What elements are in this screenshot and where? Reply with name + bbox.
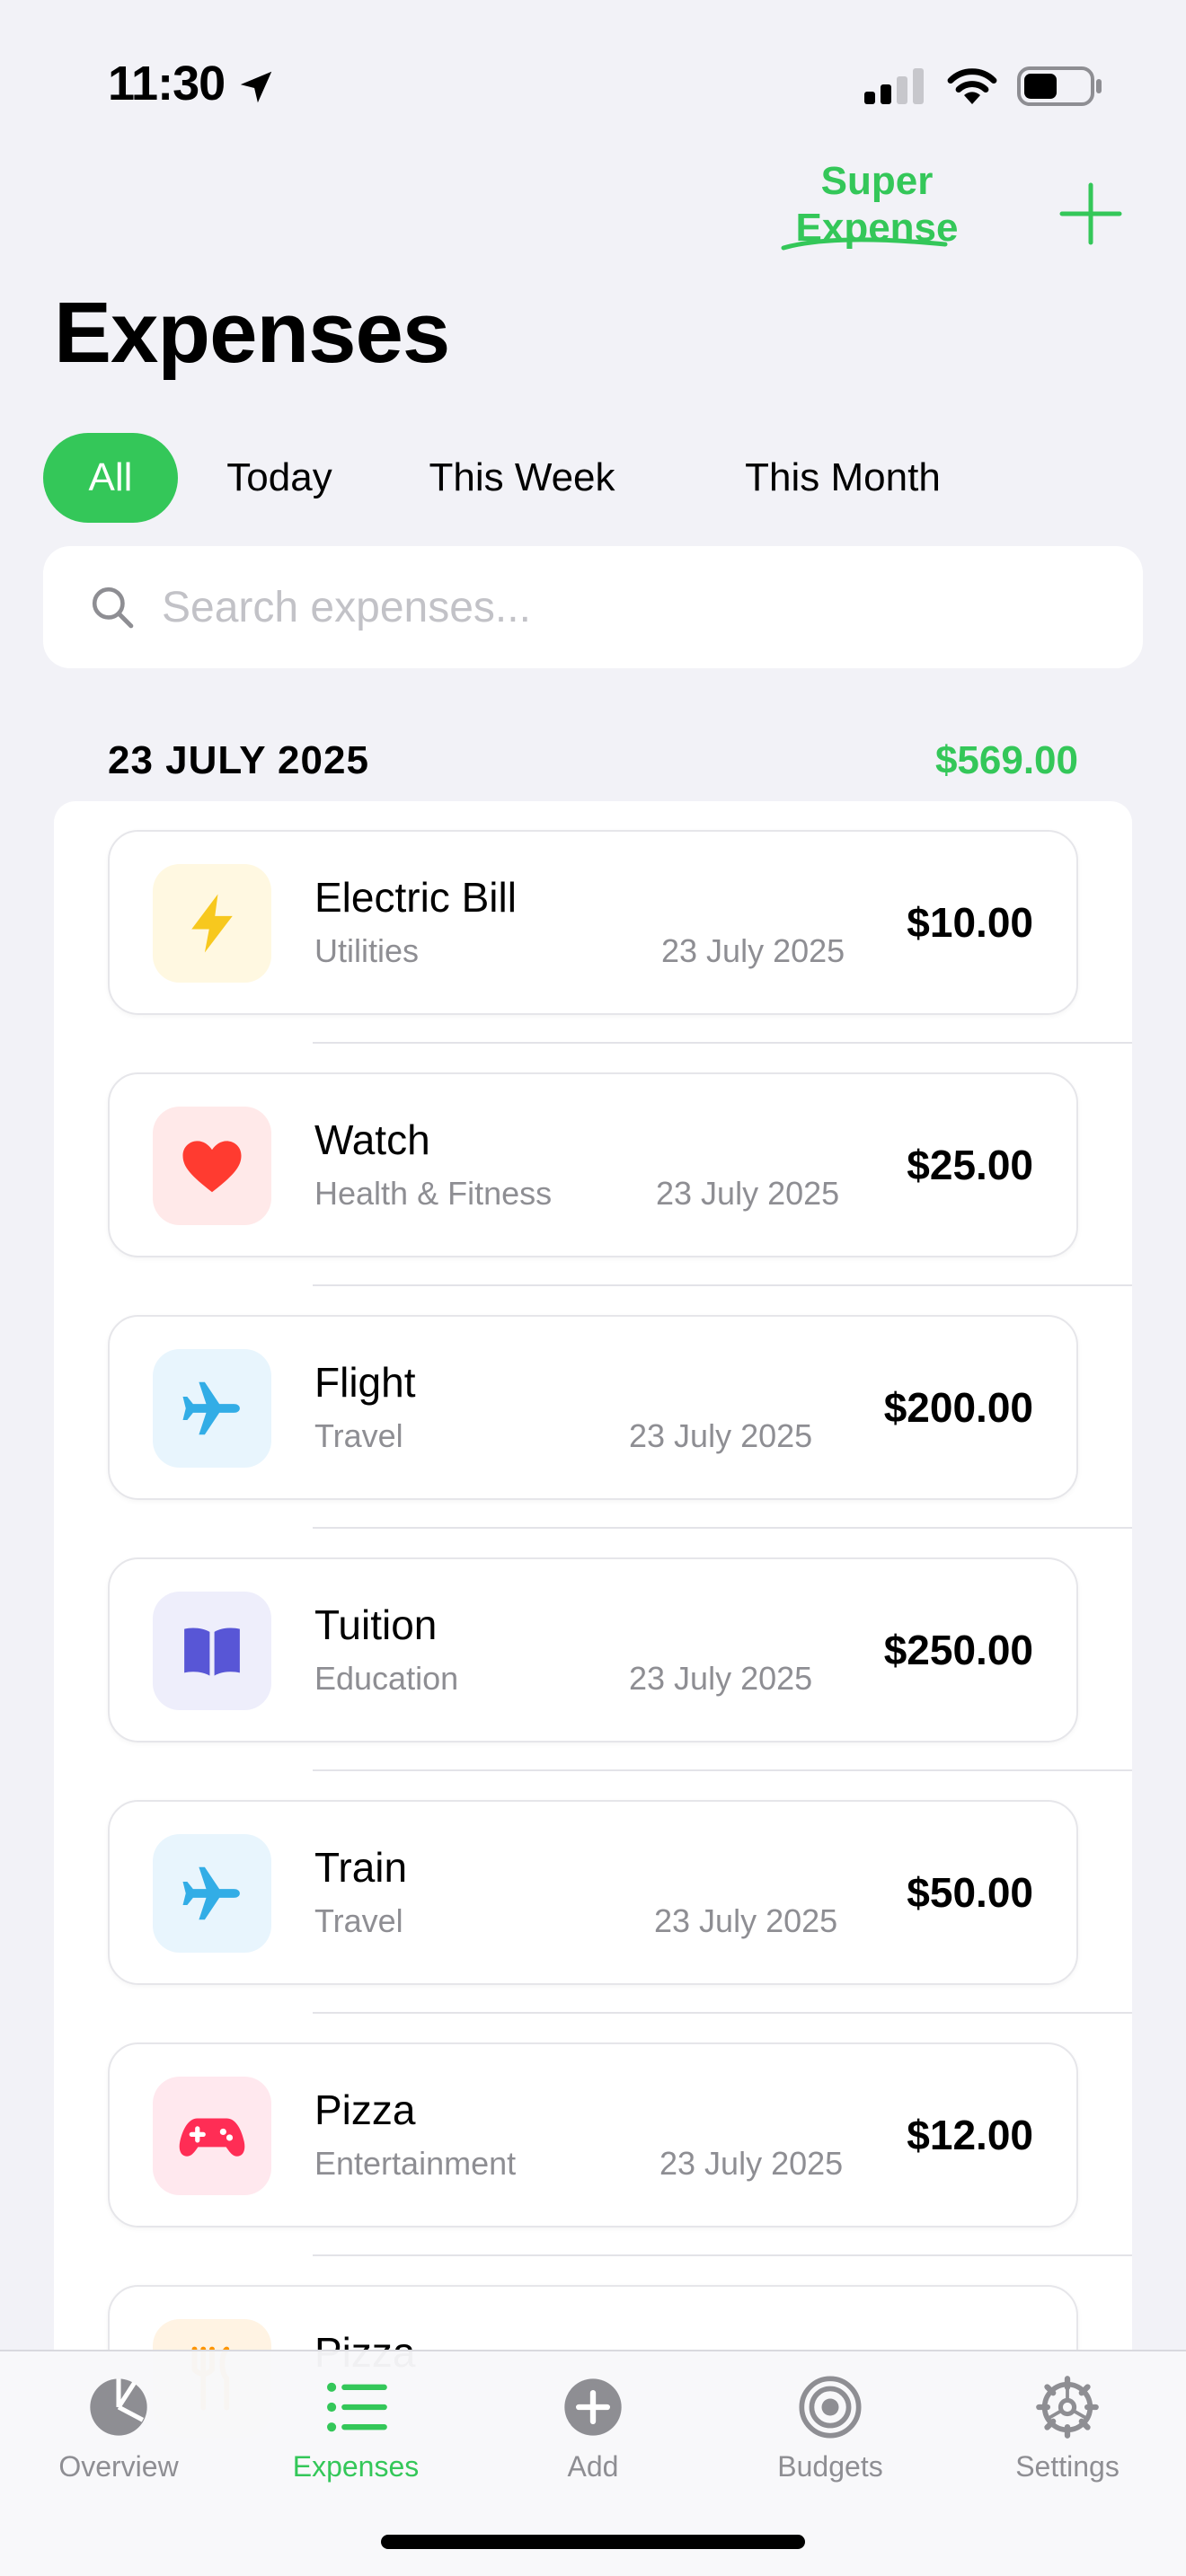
date-filter-bar: All Today This Week This Month (43, 433, 1022, 523)
expense-name: Flight (314, 1359, 416, 1406)
tab-label: Expenses (292, 2450, 420, 2483)
filter-all[interactable]: All (43, 433, 178, 523)
expense-category: Travel (314, 1417, 403, 1454)
search-input[interactable] (162, 582, 1060, 632)
tab-expenses[interactable]: Expenses (257, 2373, 455, 2499)
expense-name: Watch (314, 1116, 430, 1163)
expense-date: 23 July 2025 (659, 2145, 844, 2182)
expense-row[interactable]: Electric Bill Utilities 23 July 2025 $10… (54, 801, 1132, 1044)
bolt-icon (191, 894, 233, 953)
expense-name: Tuition (314, 1601, 438, 1648)
pie-chart-icon (90, 2378, 147, 2436)
brand-underline-swoosh (781, 237, 948, 251)
section-date-header: 23 JULY 2025 (108, 738, 369, 782)
tab-label: Overview (58, 2450, 179, 2483)
tab-settings[interactable]: Settings (969, 2373, 1166, 2499)
tab-add[interactable]: Add (494, 2373, 692, 2499)
gear-icon (1036, 2376, 1099, 2439)
expense-card[interactable]: Train Travel 23 July 2025 $50.00 (108, 1800, 1078, 1985)
expense-date: 23 July 2025 (656, 1175, 840, 1212)
tab-label: Settings (1015, 2450, 1120, 2483)
category-icon-badge (153, 1592, 271, 1710)
expense-category: Health & Fitness (314, 1175, 553, 1212)
expense-name: Train (314, 1844, 408, 1891)
airplane-icon (182, 1866, 240, 1920)
expense-date: 23 July 2025 (654, 1902, 838, 1939)
status-bar: 11:30 (0, 0, 1186, 171)
location-arrow-icon (240, 71, 272, 103)
expense-row[interactable]: Pizza Entertainment 23 July 2025 $12.00 (54, 2014, 1132, 2256)
expense-row[interactable]: Train Travel 23 July 2025 $50.00 (54, 1771, 1132, 2014)
expense-name: Pizza (314, 2086, 416, 2133)
expense-card[interactable]: Electric Bill Utilities 23 July 2025 $10… (108, 830, 1078, 1015)
tab-overview[interactable]: Overview (20, 2373, 217, 2499)
expense-category: Education (314, 1660, 459, 1697)
expense-row[interactable]: Flight Travel 23 July 2025 $200.00 (54, 1286, 1132, 1529)
status-time: 11:30 (108, 57, 226, 110)
search-bar[interactable] (43, 546, 1143, 668)
airplane-icon (182, 1381, 240, 1435)
expense-row[interactable]: Tuition Education 23 July 2025 $250.00 (54, 1529, 1132, 1771)
expense-card[interactable]: Flight Travel 23 July 2025 $200.00 (108, 1315, 1078, 1500)
search-icon (92, 587, 134, 629)
target-icon (799, 2376, 862, 2439)
expense-card[interactable]: Watch Health & Fitness 23 July 2025 $25.… (108, 1072, 1078, 1257)
category-icon-badge (153, 2077, 271, 2195)
expense-amount: $200.00 (883, 1384, 1033, 1431)
expense-amount: $10.00 (907, 899, 1033, 946)
tab-label: Budgets (777, 2450, 883, 2483)
expense-category: Entertainment (314, 2145, 517, 2182)
tab-budgets[interactable]: Budgets (731, 2373, 929, 2499)
cellular-signal-icon (864, 68, 924, 104)
book-icon (184, 1628, 240, 1676)
expense-amount: $12.00 (907, 2112, 1033, 2158)
expense-category: Travel (314, 1902, 403, 1939)
category-icon-badge (153, 864, 271, 983)
expense-date: 23 July 2025 (661, 932, 845, 969)
expense-amount: $250.00 (883, 1627, 1033, 1673)
wifi-icon (947, 68, 997, 104)
brand-line-1: Super (820, 159, 934, 203)
add-expense-button[interactable] (1057, 180, 1125, 248)
expense-list: Electric Bill Utilities 23 July 2025 $10… (54, 801, 1132, 2576)
expense-name: Electric Bill (314, 874, 517, 921)
filter-today[interactable]: Today (178, 433, 381, 523)
expense-card[interactable]: Pizza Entertainment 23 July 2025 $12.00 (108, 2042, 1078, 2228)
gamecontroller-icon (179, 2118, 245, 2157)
filter-this-month[interactable]: This Month (663, 433, 1022, 523)
expense-amount: $50.00 (907, 1869, 1033, 1916)
expense-row[interactable]: Watch Health & Fitness 23 July 2025 $25.… (54, 1044, 1132, 1286)
list-bullet-icon (327, 2382, 387, 2432)
tab-label: Add (567, 2450, 619, 2483)
section-total: $569.00 (934, 738, 1078, 782)
plus-circle-icon (564, 2378, 622, 2436)
expense-date: 23 July 2025 (629, 1660, 813, 1697)
page-title: Expenses (54, 285, 450, 381)
category-icon-badge (153, 1349, 271, 1468)
expense-category: Utilities (314, 932, 420, 969)
battery-icon (1017, 66, 1102, 106)
expenses-screen: 11:30 Super Expense Expenses All Today T… (0, 0, 1186, 2576)
home-indicator (381, 2535, 805, 2549)
filter-this-week[interactable]: This Week (381, 433, 663, 523)
expense-card[interactable]: Tuition Education 23 July 2025 $250.00 (108, 1557, 1078, 1742)
expense-amount: $25.00 (907, 1142, 1033, 1188)
heart-icon (182, 1141, 242, 1193)
category-icon-badge (153, 1107, 271, 1225)
category-icon-badge (153, 1834, 271, 1953)
expense-date: 23 July 2025 (629, 1417, 813, 1454)
